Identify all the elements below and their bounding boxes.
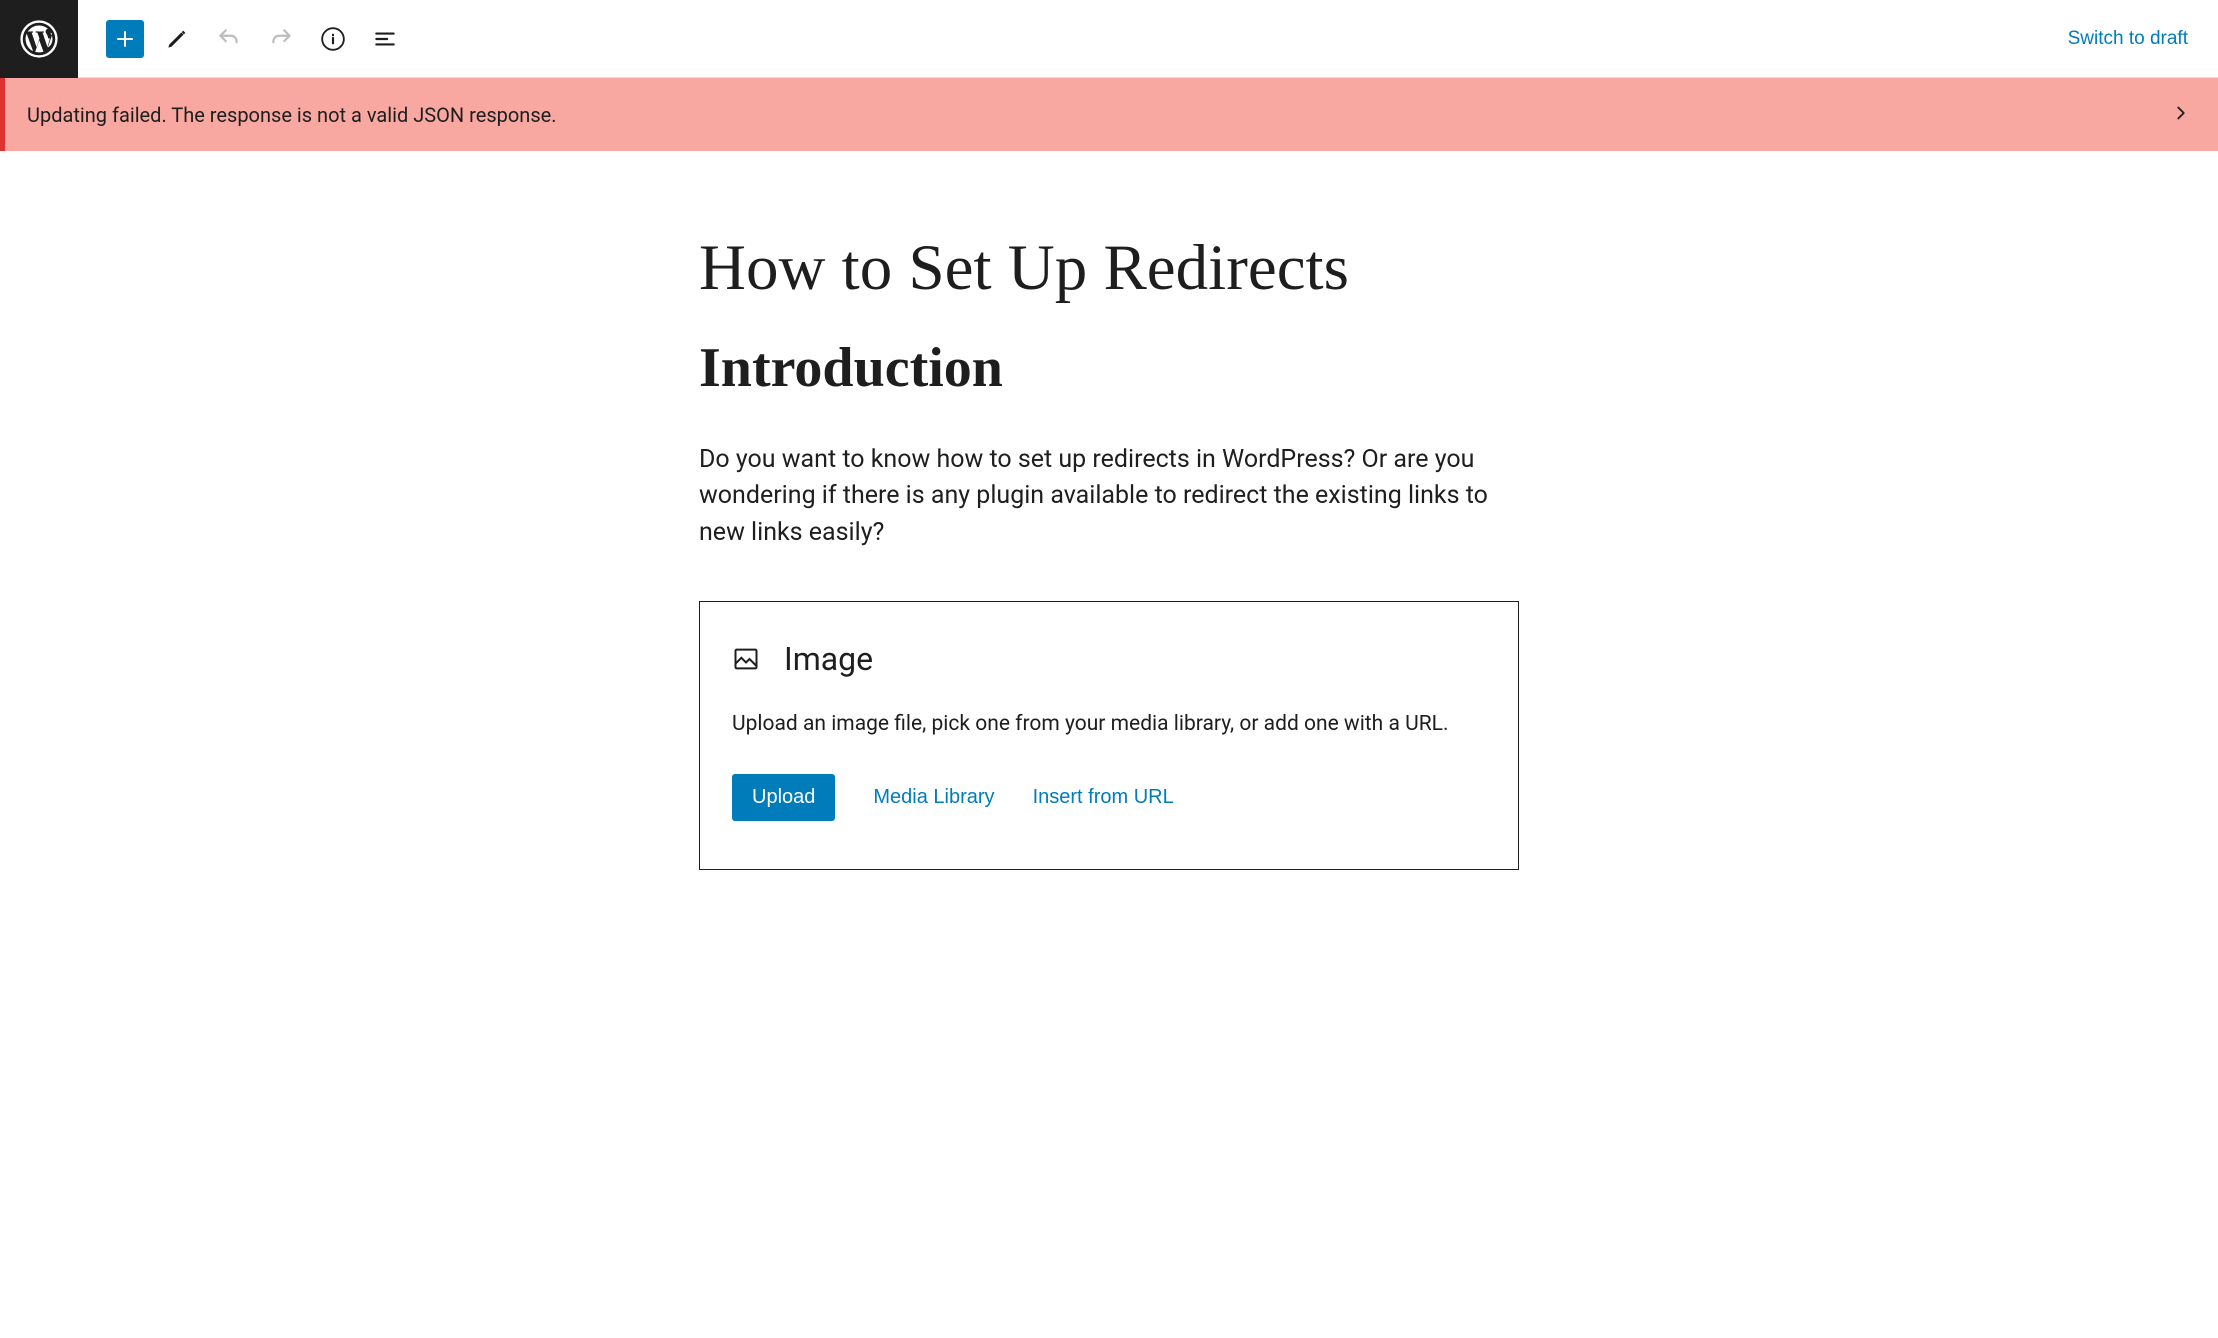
image-block-placeholder[interactable]: Image Upload an image file, pick one fro… — [699, 601, 1519, 870]
image-block-title: Image — [784, 640, 873, 678]
error-banner: Updating failed. The response is not a v… — [0, 78, 2218, 151]
info-icon — [320, 26, 346, 52]
image-icon — [732, 645, 760, 673]
editor-toolbar: Switch to draft — [0, 0, 2218, 78]
toolbar-right-group: Switch to draft — [2068, 28, 2218, 50]
undo-button[interactable] — [210, 20, 248, 58]
post-paragraph[interactable]: Do you want to know how to set up redire… — [699, 442, 1519, 551]
image-block-header: Image — [732, 640, 1486, 678]
editor-content: How to Set Up Redirects Introduction Do … — [689, 151, 1529, 910]
toolbar-left-group — [78, 20, 404, 58]
pencil-icon — [164, 26, 190, 52]
switch-to-draft-button[interactable]: Switch to draft — [2068, 28, 2188, 50]
wordpress-icon — [20, 20, 58, 58]
redo-icon — [268, 26, 294, 52]
details-button[interactable] — [314, 20, 352, 58]
image-block-actions: Upload Media Library Insert from URL — [732, 774, 1486, 821]
list-view-icon — [372, 26, 398, 52]
image-block-description: Upload an image file, pick one from your… — [732, 712, 1486, 736]
post-title[interactable]: How to Set Up Redirects — [699, 231, 1519, 306]
dismiss-error-button[interactable] — [2166, 98, 2196, 131]
plus-icon — [113, 27, 137, 51]
upload-button[interactable]: Upload — [732, 774, 835, 821]
undo-icon — [216, 26, 242, 52]
insert-from-url-button[interactable]: Insert from URL — [1033, 786, 1174, 809]
chevron-right-icon — [2170, 102, 2192, 124]
add-block-button[interactable] — [106, 20, 144, 58]
redo-button[interactable] — [262, 20, 300, 58]
edit-mode-button[interactable] — [158, 20, 196, 58]
error-message: Updating failed. The response is not a v… — [27, 103, 557, 127]
wordpress-logo-button[interactable] — [0, 0, 78, 78]
media-library-button[interactable]: Media Library — [873, 786, 994, 809]
post-heading[interactable]: Introduction — [699, 336, 1519, 400]
outline-button[interactable] — [366, 20, 404, 58]
